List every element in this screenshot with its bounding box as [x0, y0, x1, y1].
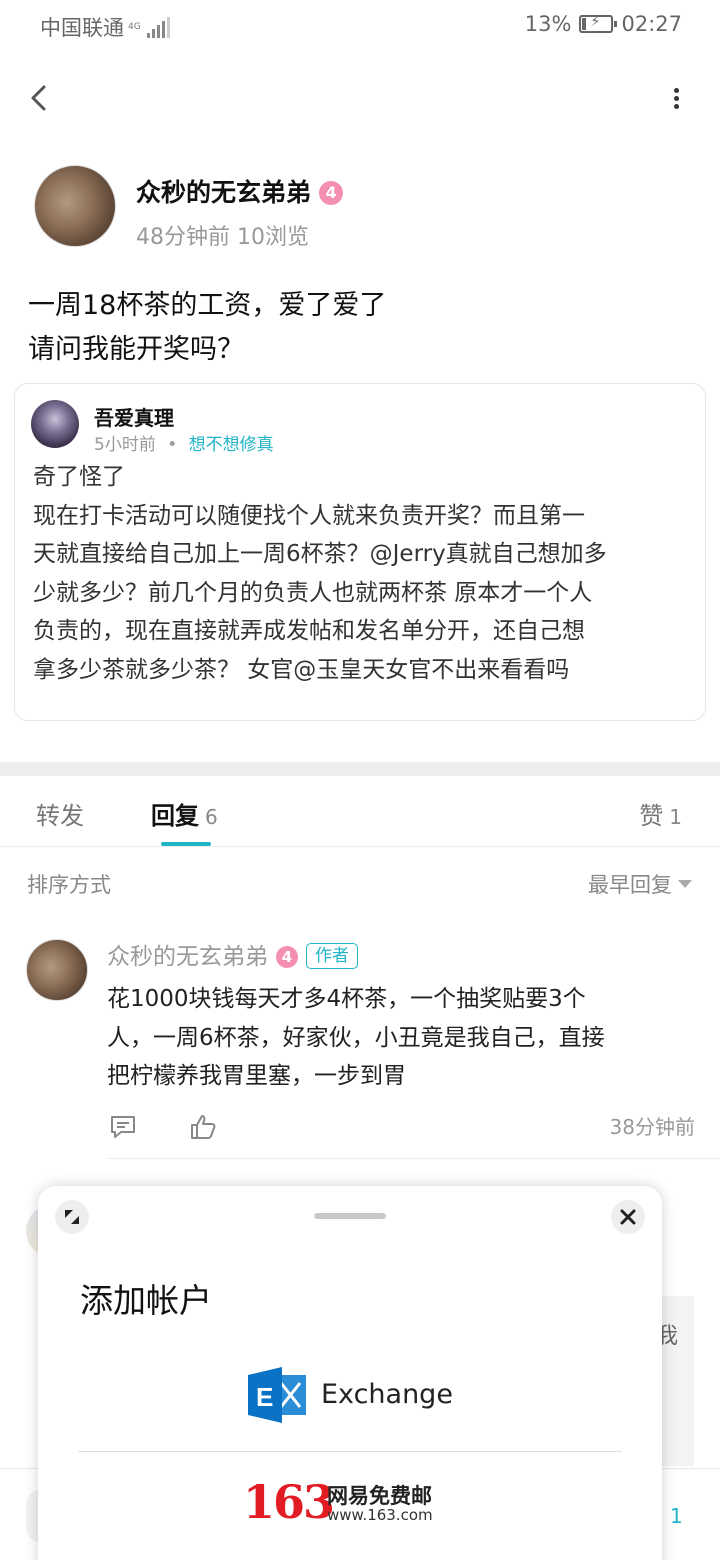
reply-line: 花1000块钱每天才多4杯茶，一个抽奖贴要3个: [107, 986, 586, 1012]
reply-divider: [107, 1158, 720, 1159]
reply-line: 把柠檬养我胃里塞，一步到胃: [107, 1063, 406, 1089]
quoted-time: 5小时前: [94, 435, 156, 455]
reply-line: 人，一周6杯茶，好家伙，小丑竟是我自己，直接: [107, 1024, 605, 1051]
topic-tag[interactable]: 想不想修真: [189, 435, 274, 455]
svg-text:E: E: [256, 1382, 273, 1412]
add-account-sheet: 添加帐户 E Exchange 163 网易免费邮 www.163.com: [38, 1186, 662, 1560]
tab-replies[interactable]: 回复 6: [151, 796, 218, 831]
status-bar: 中国联通 4G 13% ⚡ 02:27: [0, 0, 720, 52]
network-type: 4G: [128, 21, 141, 32]
status-time: 02:27: [621, 12, 682, 36]
sort-dropdown[interactable]: 最早回复: [588, 869, 692, 899]
tab-label: 赞: [639, 802, 664, 830]
reply-time: 38分钟前: [609, 1115, 695, 1139]
tab-label: 回复: [151, 802, 199, 830]
sort-label: 排序方式: [27, 873, 111, 897]
battery-icon: ⚡: [579, 14, 618, 33]
post-time: 48分钟前: [136, 225, 230, 250]
view-count: 10浏览: [237, 225, 309, 250]
quoted-line: 少就多少？前几个月的负责人也就两杯茶 原本才一个人: [33, 579, 593, 606]
quoted-line: 现在打卡活动可以随便找个人就来负责开奖？而且第一: [33, 502, 585, 529]
quoted-author-name[interactable]: 吾爱真理: [94, 402, 174, 431]
chevron-left-icon: [31, 85, 46, 111]
top-nav: [0, 70, 720, 126]
quoted-line: 奇了怪了: [33, 464, 125, 490]
comment-icon[interactable]: [109, 1113, 137, 1141]
signal-icon: [146, 16, 170, 38]
expand-button[interactable]: [55, 1200, 89, 1234]
tab-label: 转发: [36, 802, 84, 830]
author-tag: 作者: [306, 943, 358, 969]
tab-likes[interactable]: 赞1: [639, 796, 682, 831]
close-icon: [620, 1209, 636, 1225]
mail163-url: www.163.com: [327, 1506, 433, 1524]
quoted-line: 天就直接给自己加上一周6杯茶？@Jerry真就自己想加多: [33, 541, 607, 567]
caret-down-icon: [678, 880, 692, 888]
background-count: 1: [670, 1504, 683, 1528]
post-author: 众秒的无玄弟弟 4 48分钟前 10浏览: [34, 165, 684, 250]
option-divider: [78, 1451, 622, 1452]
expand-icon: [65, 1210, 79, 1224]
post-content: 一周18杯茶的工资，爱了爱了 请问我能开奖吗？: [28, 284, 688, 372]
sheet-title: 添加帐户: [80, 1281, 212, 1320]
avatar[interactable]: [31, 400, 79, 448]
battery-percent: 13%: [524, 12, 572, 36]
post-line: 请问我能开奖吗？: [28, 334, 244, 365]
drag-handle[interactable]: [314, 1213, 386, 1219]
mail163-option[interactable]: 163 网易免费邮 www.163.com: [38, 1476, 662, 1536]
like-count: 1: [669, 805, 682, 829]
exchange-option[interactable]: E Exchange: [38, 1362, 662, 1448]
level-badge: 4: [276, 946, 298, 968]
quoted-post-card[interactable]: 吾爱真理 5小时前 • 想不想修真 奇了怪了 现在打卡活动可以随便找个人就来负责…: [14, 383, 706, 721]
avatar[interactable]: [34, 165, 116, 247]
more-options-button[interactable]: [662, 78, 690, 118]
close-button[interactable]: [611, 1200, 645, 1234]
meta-separator: •: [167, 435, 178, 455]
exchange-label: Exchange: [321, 1379, 453, 1410]
post-line: 一周18杯茶的工资，爱了爱了: [28, 290, 387, 321]
reply-count: 6: [205, 805, 218, 829]
tab-forward[interactable]: 转发: [36, 796, 84, 831]
quoted-line: 负责的，现在直接就弄成发帖和发名单分开，还自己想: [33, 618, 585, 644]
thumbs-up-icon[interactable]: [189, 1113, 217, 1141]
section-divider: [0, 762, 720, 776]
reply-actions: 38分钟前: [107, 1111, 697, 1143]
active-tab-indicator: [161, 842, 211, 846]
reply-author-name[interactable]: 众秒的无玄弟弟: [107, 944, 268, 970]
mail163-logo: 163: [243, 1475, 335, 1529]
exchange-logo-icon: E: [248, 1367, 306, 1423]
back-button[interactable]: [22, 78, 62, 118]
avatar[interactable]: [26, 939, 88, 1001]
reply-item: 众秒的无玄弟弟 4 作者 花1000块钱每天才多4杯茶，一个抽奖贴要3个 人，一周6…: [0, 935, 720, 1160]
reply-text: 花1000块钱每天才多4杯茶，一个抽奖贴要3个 人，一周6杯茶，好家伙，小丑竟是…: [107, 980, 697, 1096]
more-vertical-icon: [662, 78, 690, 109]
sort-selected: 最早回复: [588, 873, 672, 897]
level-badge: 4: [319, 181, 344, 205]
carrier-name: 中国联通: [40, 16, 124, 40]
author-name[interactable]: 众秒的无玄弟弟: [136, 178, 311, 207]
tab-bar: 转发 回复 6 赞1: [0, 776, 720, 847]
quoted-line: 拿多少茶就多少茶？ 女官@玉皇天女官不出来看看吗: [33, 656, 570, 683]
quoted-text: 奇了怪了 现在打卡活动可以随便找个人就来负责开奖？而且第一 天就直接给自己加上一…: [33, 458, 697, 689]
